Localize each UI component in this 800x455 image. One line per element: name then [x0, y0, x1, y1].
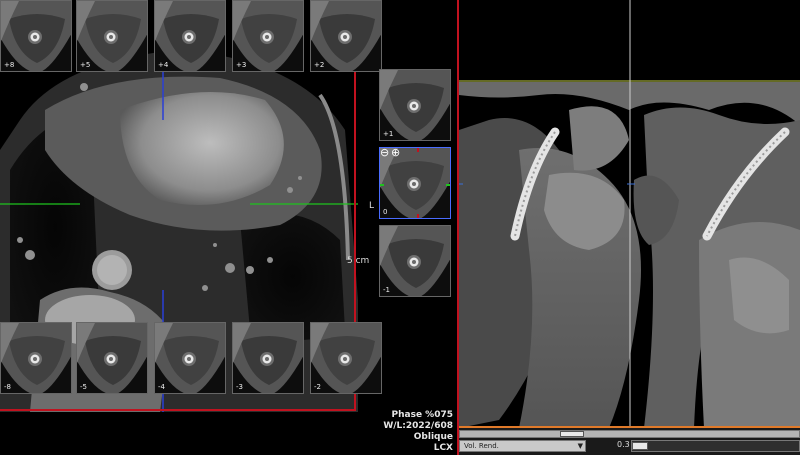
slice-thumbnail[interactable]: +1 — [379, 69, 451, 141]
horizontal-scrollbar[interactable] — [459, 430, 800, 438]
slice-offset-label: +4 — [158, 61, 169, 69]
slice-offset-label: +8 — [4, 61, 15, 69]
orientation-label: L — [369, 201, 375, 211]
slice-offset-label: -2 — [314, 383, 321, 391]
slab-value: 0.3 — [617, 440, 630, 449]
slice-thumbnail[interactable]: 0 — [379, 147, 451, 219]
slice-thumbnail[interactable]: +8 — [0, 0, 72, 72]
slice-thumbnail[interactable]: -4 — [154, 322, 226, 394]
slice-thumbnail[interactable]: -3 — [232, 322, 304, 394]
thumbnail-image — [380, 226, 450, 296]
slice-thumbnail[interactable]: -2 — [310, 322, 382, 394]
slice-thumbnail[interactable]: +4 — [154, 0, 226, 72]
slice-thumbnail[interactable]: -1 — [379, 225, 451, 297]
window-level-label: W/L:2022/608 — [383, 421, 453, 431]
vessel-label: LCX — [433, 443, 453, 453]
curved-mpr-view[interactable] — [459, 0, 800, 428]
render-mode-select[interactable]: Vol. Rend. ▼ — [459, 440, 586, 452]
slice-offset-label: +1 — [383, 130, 394, 138]
phase-label: Phase %075 — [391, 410, 453, 420]
slice-offset-label: -8 — [4, 383, 11, 391]
scrollbar-thumb[interactable] — [560, 431, 584, 437]
plane-label: Oblique — [413, 432, 453, 442]
slice-offset-label: -5 — [80, 383, 87, 391]
tick-top — [417, 148, 419, 152]
slice-thumbnail[interactable]: +2 — [310, 0, 382, 72]
tick-right — [446, 184, 450, 186]
chevron-down-icon: ▼ — [577, 442, 583, 450]
slab-slider-thumb[interactable] — [632, 442, 648, 450]
tick-bottom — [417, 214, 419, 218]
thumbnail-image — [77, 323, 147, 393]
slice-offset-label: 0 — [383, 208, 388, 216]
render-mode-value: Vol. Rend. — [464, 442, 499, 450]
slice-thumbnail[interactable]: +3 — [232, 0, 304, 72]
zoom-in-button[interactable]: ⊕ — [391, 147, 400, 158]
status-bar: Vol. Rend. ▼ 0.3 — [459, 428, 800, 455]
scale-label: 5 cm — [347, 256, 370, 266]
thumbnail-image — [155, 323, 225, 393]
curved-mpr-image — [459, 0, 800, 428]
zoom-out-button[interactable]: ⊖ — [380, 147, 389, 158]
slice-thumbnail[interactable]: -5 — [76, 322, 148, 394]
tick-left — [380, 184, 384, 186]
slice-offset-label: +3 — [236, 61, 247, 69]
slice-offset-label: -4 — [158, 383, 165, 391]
slice-offset-label: +5 — [80, 61, 91, 69]
slice-thumbnail[interactable]: +5 — [76, 0, 148, 72]
thumbnail-image — [311, 323, 381, 393]
slice-offset-label: -1 — [383, 286, 390, 294]
slab-slider[interactable] — [631, 440, 800, 452]
slice-offset-label: +2 — [314, 61, 325, 69]
thumbnail-image — [1, 323, 71, 393]
slice-thumbnail[interactable]: -8 — [0, 322, 72, 394]
slice-offset-label: -3 — [236, 383, 243, 391]
thumbnail-image — [233, 323, 303, 393]
